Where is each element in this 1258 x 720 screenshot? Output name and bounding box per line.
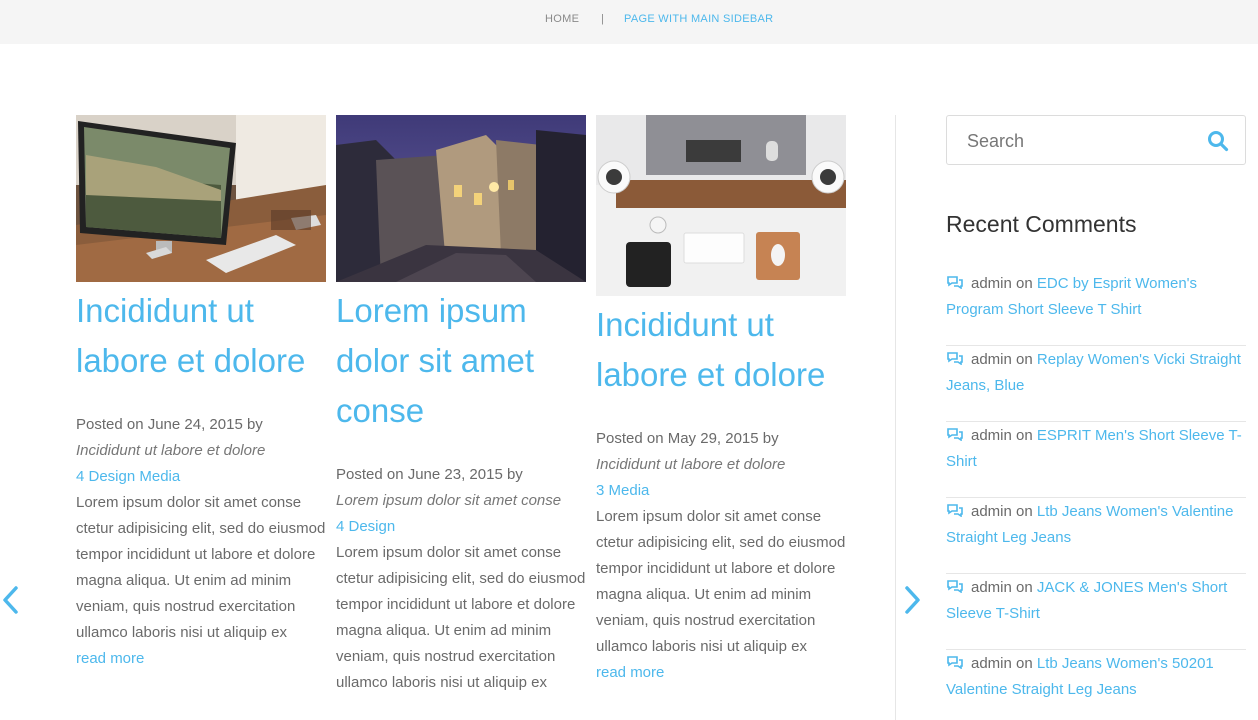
laptop-on-desk-image <box>76 115 326 282</box>
post-card: Lorem ipsum dolor sit amet conse Posted … <box>336 115 586 696</box>
post-categories[interactable]: 4 Design <box>336 514 586 540</box>
comment-on: on <box>1016 655 1033 672</box>
chevron-left-icon <box>3 586 18 614</box>
sidebar-divider <box>895 115 896 720</box>
comment-author: admin <box>971 275 1012 292</box>
comments-icon <box>947 428 963 441</box>
read-more-link[interactable]: read more <box>76 646 326 672</box>
desk-top-view-image <box>596 115 846 296</box>
breadcrumb-separator: | <box>601 13 605 25</box>
comment-item: admin on Ltb Jeans Women's Valentine Str… <box>946 498 1246 574</box>
comment-author: admin <box>971 427 1012 444</box>
post-card: Incididunt ut labore et dolore Posted on… <box>596 115 846 686</box>
search-button[interactable] <box>1207 130 1229 152</box>
comment-author: admin <box>971 579 1012 596</box>
comment-item: admin on EDC by Esprit Women's Program S… <box>946 270 1246 346</box>
comment-on: on <box>1016 351 1033 368</box>
post-title[interactable]: Incididunt ut labore et dolore <box>596 300 846 400</box>
comment-on: on <box>1016 275 1033 292</box>
comment-on: on <box>1016 503 1033 520</box>
post-author[interactable]: Incididunt ut labore et dolore <box>76 438 326 464</box>
comment-on: on <box>1016 579 1033 596</box>
search-box <box>946 115 1246 165</box>
post-categories[interactable]: 3 Media <box>596 478 846 504</box>
comments-icon <box>947 352 963 365</box>
post-categories[interactable]: 4 Design Media <box>76 464 326 490</box>
recent-comments-list: admin on EDC by Esprit Women's Program S… <box>946 270 1246 720</box>
post-date: Posted on June 24, 2015 by <box>76 416 263 433</box>
post-excerpt: Lorem ipsum dolor sit amet conse ctetur … <box>596 508 846 655</box>
carousel-next-button[interactable] <box>899 582 923 618</box>
comment-item: admin on ESPRIT Men's Short Sleeve T-Shi… <box>946 422 1246 498</box>
comments-icon <box>947 276 963 289</box>
post-card: Incididunt ut labore et dolore Posted on… <box>76 115 326 672</box>
post-excerpt: Lorem ipsum dolor sit amet conse ctetur … <box>336 544 586 691</box>
carousel-prev-button[interactable] <box>0 582 24 618</box>
post-date: Posted on May 29, 2015 by <box>596 430 779 447</box>
comments-icon <box>947 504 963 517</box>
post-date: Posted on June 23, 2015 by <box>336 466 523 483</box>
search-input[interactable] <box>967 128 1197 154</box>
breadcrumb-bar: HOME | PAGE WITH MAIN SIDEBAR <box>0 0 1258 44</box>
comment-item: admin on Replay Women's Vicki Straight J… <box>946 346 1246 422</box>
post-thumbnail-desk[interactable] <box>596 115 846 296</box>
post-excerpt: Lorem ipsum dolor sit amet conse ctetur … <box>76 494 326 641</box>
comment-item: admin on JACK & JONES Men's Short Sleeve… <box>946 574 1246 650</box>
comment-author: admin <box>971 503 1012 520</box>
night-street-image <box>336 115 586 282</box>
comment-on: on <box>1016 427 1033 444</box>
post-thumbnail-street[interactable] <box>336 115 586 282</box>
comments-icon <box>947 656 963 669</box>
comments-icon <box>947 580 963 593</box>
comment-author: admin <box>971 655 1012 672</box>
comment-author: admin <box>971 351 1012 368</box>
read-more-link[interactable]: read more <box>596 660 846 686</box>
comment-item: admin on Ltb Jeans Women's 50201 Valenti… <box>946 650 1246 720</box>
breadcrumb-current: PAGE WITH MAIN SIDEBAR <box>624 13 774 25</box>
search-icon <box>1208 131 1229 152</box>
recent-comments-title: Recent Comments <box>946 211 1137 237</box>
breadcrumb-home-link[interactable]: HOME <box>545 13 579 25</box>
post-author[interactable]: Lorem ipsum dolor sit amet conse <box>336 488 586 514</box>
post-thumbnail-laptop[interactable] <box>76 115 326 282</box>
post-title[interactable]: Lorem ipsum dolor sit amet conse <box>336 286 586 436</box>
chevron-right-icon <box>905 586 920 614</box>
post-author[interactable]: Incididunt ut labore et dolore <box>596 452 846 478</box>
post-title[interactable]: Incididunt ut labore et dolore <box>76 286 326 386</box>
